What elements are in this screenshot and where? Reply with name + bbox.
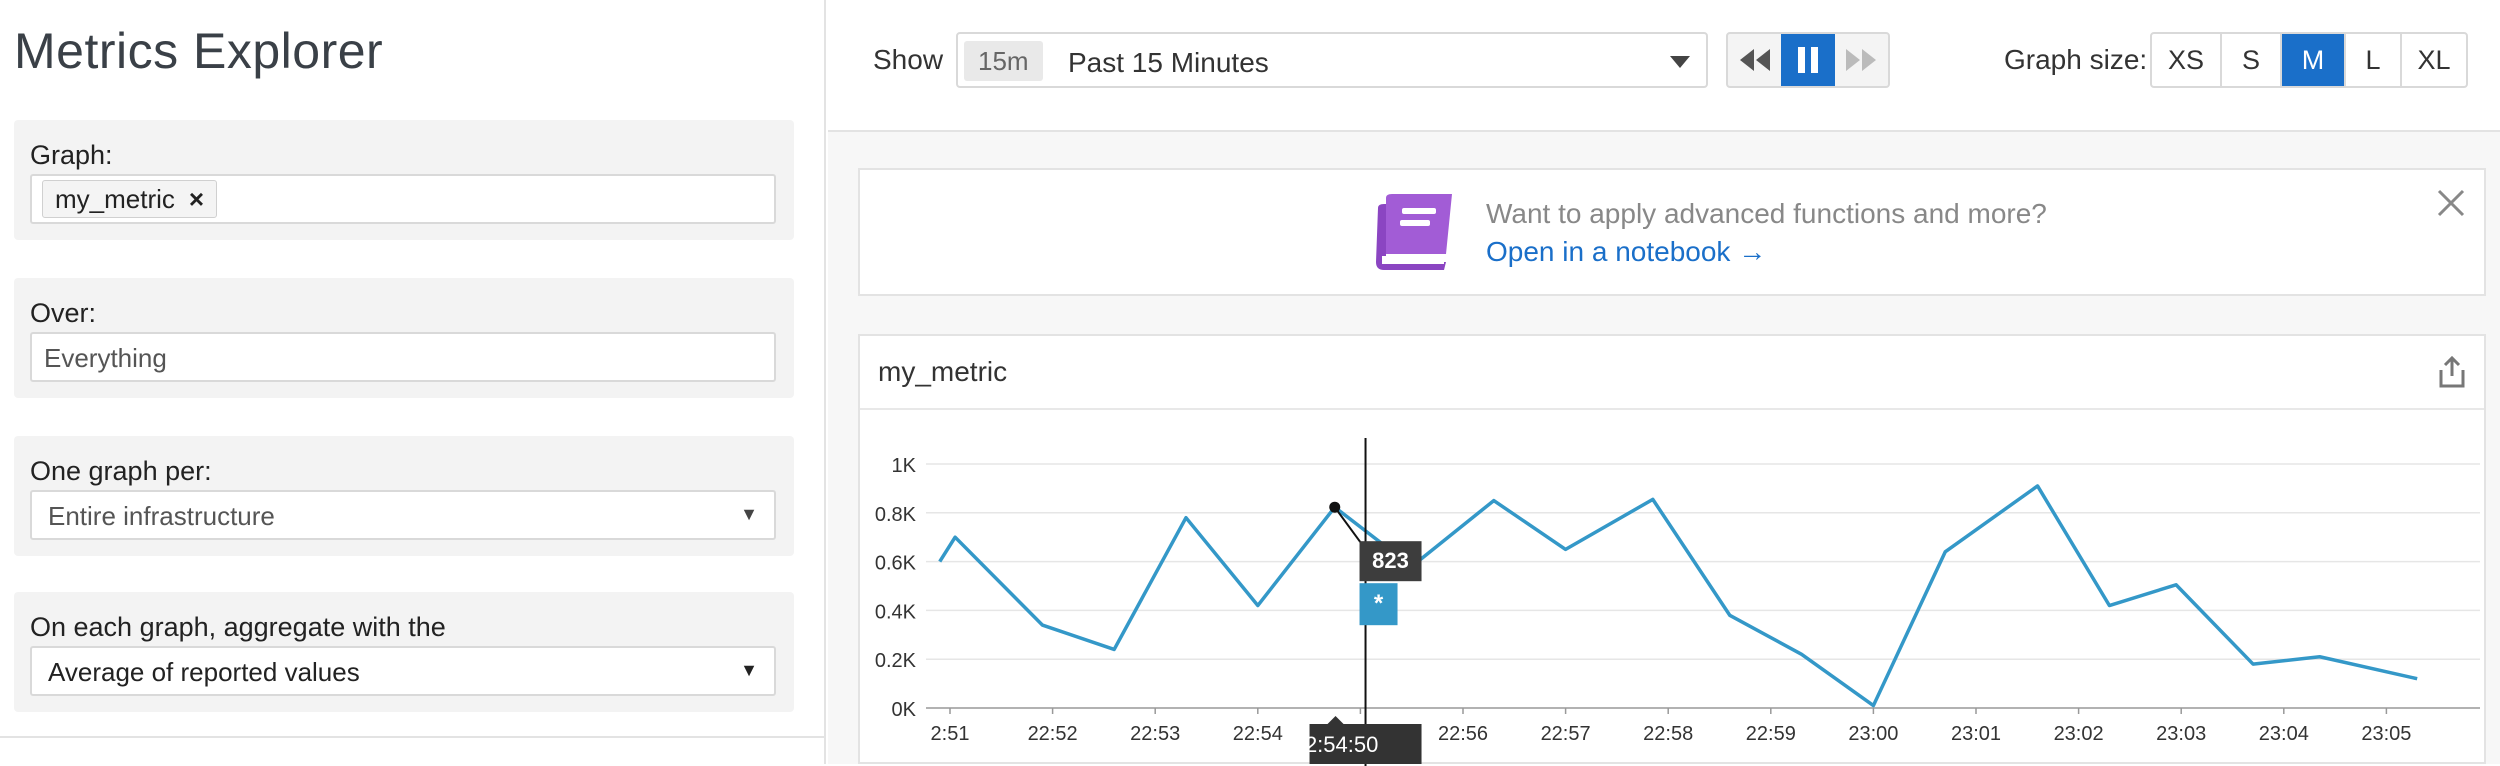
hover-value: 823	[1372, 548, 1409, 573]
aggregate-select[interactable]: Average of reported values ▼	[30, 646, 776, 696]
time-range-abbr: 15m	[964, 41, 1043, 81]
chevron-down-icon: ▼	[740, 504, 758, 524]
x-tick-label: 22:59	[1746, 723, 1796, 745]
graph-per-group: One graph per: Entire infrastructure ▼	[14, 436, 794, 556]
chevron-down-icon: ▼	[740, 660, 758, 680]
x-tick-label: 22:56	[1438, 723, 1488, 745]
remove-tag-icon[interactable]: ×	[189, 184, 204, 215]
graph-panel: my_metric 0K 0.2K 0.4K 0.6K 0.8K 1K 2:51 22:52 2…	[858, 334, 2488, 766]
rewind-button[interactable]	[1728, 34, 1781, 86]
metric-line-chart[interactable]: 0K 0.2K 0.4K 0.6K 0.8K 1K 2:51 22:52 22:53 22:54 2…	[860, 336, 2488, 766]
size-l-button[interactable]: L	[2346, 34, 2402, 86]
notebook-banner: Want to apply advanced functions and mor…	[858, 168, 2486, 296]
banner-question: Want to apply advanced functions and mor…	[1486, 198, 2047, 229]
toolbar: Show 15m Past 15 Minutes Graph size: XS …	[828, 0, 2500, 132]
graph-group: Graph: my_metric ×	[14, 120, 794, 240]
y-tick-label: 0K	[892, 699, 917, 721]
x-tick-label: 23:04	[2259, 723, 2309, 745]
x-tick-label: 22:57	[1541, 723, 1591, 745]
main-area: Show 15m Past 15 Minutes Graph size: XS …	[828, 0, 2500, 766]
hover-time-label: 22:54:50	[1293, 732, 1379, 757]
aggregate-group: On each graph, aggregate with the Averag…	[14, 592, 794, 712]
size-xl-button[interactable]: XL	[2402, 34, 2466, 86]
y-tick-label: 0.2K	[875, 650, 917, 672]
size-m-button[interactable]: M	[2282, 34, 2346, 86]
over-value: Everything	[44, 343, 167, 373]
time-range-value: Past 15 Minutes	[1068, 47, 1269, 78]
open-notebook-link[interactable]: Open in a notebook →	[1486, 236, 1766, 268]
graph-per-value: Entire infrastructure	[48, 501, 275, 531]
caret-down-icon	[1670, 56, 1690, 68]
metric-tag: my_metric ×	[42, 180, 218, 218]
size-xs-button[interactable]: XS	[2152, 34, 2222, 86]
x-tick-label: 23:01	[1951, 723, 2001, 745]
playback-controls	[1726, 32, 1890, 88]
pause-icon	[1797, 47, 1818, 73]
graph-metric-input[interactable]: my_metric ×	[30, 174, 776, 224]
x-tick-label: 2:51	[931, 723, 970, 745]
pause-button[interactable]	[1781, 34, 1835, 86]
rewind-icon	[1739, 49, 1770, 71]
show-label: Show	[873, 44, 944, 75]
notebook-icon	[1376, 194, 1452, 270]
over-label: Over:	[30, 298, 97, 328]
x-tick-label: 22:53	[1130, 723, 1180, 745]
graph-per-label: One graph per:	[30, 456, 212, 486]
graph-per-select[interactable]: Entire infrastructure ▼	[30, 490, 776, 540]
x-tick-label: 23:03	[2156, 723, 2206, 745]
graph-size-label: Graph size:	[2004, 44, 2148, 75]
hover-series-tag: *	[1374, 590, 1384, 617]
x-tick-label: 22:52	[1028, 723, 1078, 745]
aggregate-label: On each graph, aggregate with the	[30, 612, 446, 642]
x-tick-label: 23:02	[2054, 723, 2104, 745]
x-tick-label: 23:05	[2361, 723, 2411, 745]
y-tick-label: 0.6K	[875, 553, 917, 575]
metrics-explorer-sidebar: Metrics Explorer Graph: my_metric × Over…	[0, 0, 826, 764]
graph-size-selector: XS S M L XL	[2150, 32, 2468, 88]
aggregate-value: Average of reported values	[48, 657, 360, 687]
size-s-button[interactable]: S	[2222, 34, 2282, 86]
graph-label: Graph:	[30, 140, 113, 170]
time-range-select[interactable]: 15m Past 15 Minutes	[956, 32, 1708, 88]
over-group: Over: Everything	[14, 278, 794, 398]
x-tick-label: 22:54	[1233, 723, 1283, 745]
y-tick-label: 1K	[892, 455, 917, 477]
x-tick-label: 22:58	[1643, 723, 1693, 745]
series-line	[938, 484, 2418, 708]
y-tick-label: 0.4K	[875, 601, 917, 623]
close-icon	[2437, 189, 2465, 217]
y-tick-label: 0.8K	[875, 504, 917, 526]
fast-forward-icon	[1846, 49, 1877, 71]
close-banner-button[interactable]	[2436, 188, 2466, 223]
over-input[interactable]: Everything	[30, 332, 776, 382]
divider	[0, 736, 826, 738]
metric-tag-label: my_metric	[55, 183, 175, 214]
page-title: Metrics Explorer	[14, 23, 384, 79]
x-tick-label: 23:00	[1848, 723, 1898, 745]
fast-forward-button[interactable]	[1835, 34, 1888, 86]
